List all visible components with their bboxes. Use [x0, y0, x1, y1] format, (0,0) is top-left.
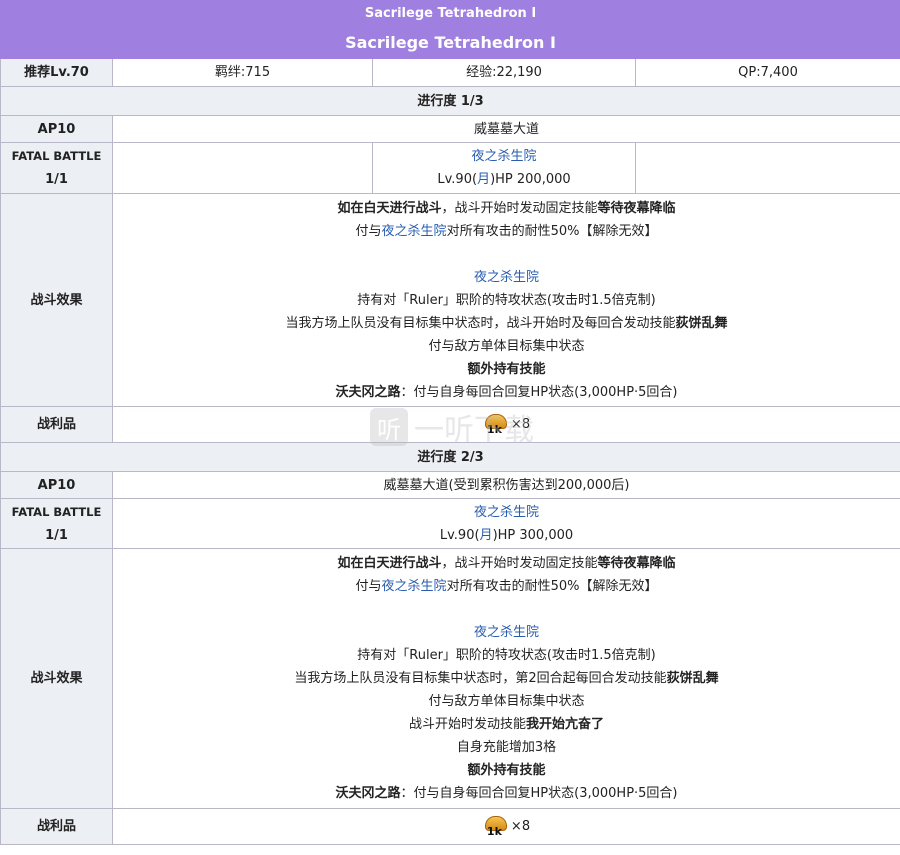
battle-effect-label: 战斗效果 [0, 193, 113, 407]
enemy-cell: 夜之杀生院 Lv.90(月)HP 200,000 [372, 142, 636, 194]
enemy-class-link[interactable]: 月 [477, 172, 490, 187]
bread-icon: 1k [483, 412, 509, 438]
enemy-link[interactable]: 夜之杀生院 [382, 224, 447, 239]
enemy-cell: 夜之杀生院 Lv.90(月)HP 300,000 [111, 498, 900, 549]
enemy-class-link[interactable]: 月 [480, 528, 493, 543]
fatal-battle-label: FATAL BATTLE 1/1 [0, 142, 113, 194]
ap-cost: AP10 [0, 115, 113, 143]
loot-label: 战利品 [0, 406, 113, 443]
ap-cost: AP10 [0, 471, 113, 499]
enemy-empty-left [112, 142, 373, 194]
enemy-empty-right [634, 142, 900, 194]
enemy-name-link[interactable]: 夜之杀生院 [471, 149, 536, 164]
recommended-level: 推荐Lv.70 [0, 58, 113, 87]
enemy-link[interactable]: 夜之杀生院 [382, 579, 447, 594]
battle-effect-label: 战斗效果 [0, 548, 113, 809]
enemy-link[interactable]: 夜之杀生院 [474, 270, 539, 285]
loot-label: 战利品 [0, 808, 113, 845]
qp-value: QP:7,400 [634, 58, 900, 87]
loot-item[interactable]: 1k ×8 [483, 412, 530, 438]
fatal-battle-label: FATAL BATTLE 1/1 [0, 498, 113, 549]
field-name: 威墓墓大道(受到累积伤害达到200,000后) [111, 471, 900, 499]
quest-title: Sacrilege Tetrahedron Ⅰ [0, 27, 900, 59]
field-name: 威墓墓大道 [111, 115, 900, 143]
enemy-link[interactable]: 夜之杀生院 [474, 625, 539, 640]
progress-header: 进行度 1/3 [0, 86, 900, 116]
bond-value: 羁绊:715 [112, 58, 373, 87]
bread-icon: 1k [483, 814, 509, 840]
progress-header: 进行度 2/3 [0, 442, 900, 472]
exp-value: 经验:22,190 [372, 58, 636, 87]
battle-effect-text: 如在白天进行战斗，战斗开始时发动固定技能等待夜幕降临 付与夜之杀生院对所有攻击的… [111, 548, 900, 809]
loot-cell: 1k ×8 [111, 406, 900, 443]
loot-cell: 1k ×8 [111, 808, 900, 845]
quest-table: Sacrilege Tetrahedron Ⅰ Sacrilege Tetrah… [0, 0, 900, 845]
battle-effect-text: 如在白天进行战斗，战斗开始时发动固定技能等待夜幕降临 付与夜之杀生院对所有攻击的… [111, 193, 900, 407]
enemy-name-link[interactable]: 夜之杀生院 [474, 505, 539, 520]
loot-item[interactable]: 1k ×8 [483, 814, 530, 840]
quest-title-small: Sacrilege Tetrahedron Ⅰ [0, 0, 900, 28]
